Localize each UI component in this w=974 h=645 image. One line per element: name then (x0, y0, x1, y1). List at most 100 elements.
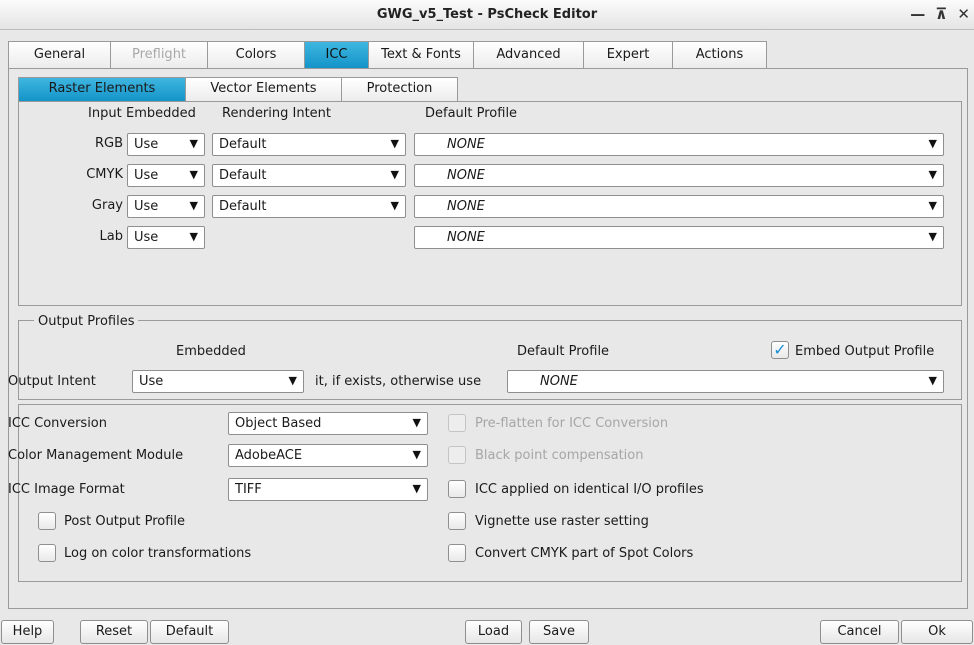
chevron-down-icon: ▼ (189, 199, 198, 212)
tab-actions[interactable]: Actions (673, 41, 767, 68)
cmyk-profile-value: NONE (447, 168, 485, 183)
rgb-profile-select[interactable]: NONE ▼ (414, 133, 944, 156)
tab-colors[interactable]: Colors (208, 41, 305, 68)
checkmark-icon: ✓ (773, 340, 787, 359)
icc-identical-checkbox[interactable] (448, 480, 466, 498)
lab-profile-select[interactable]: NONE ▼ (414, 226, 944, 249)
output-default-profile-label: Default Profile (517, 344, 610, 359)
post-output-profile-label: Post Output Profile (64, 514, 186, 529)
chevron-down-icon: ▼ (189, 168, 198, 181)
cmyk-intent-select[interactable]: Default ▼ (212, 164, 406, 187)
cmyk-embedded-select[interactable]: Use ▼ (127, 164, 205, 187)
header-default-profile: Default Profile (425, 106, 518, 121)
header-input: Input (88, 106, 122, 121)
tab-expert[interactable]: Expert (584, 41, 673, 68)
cmyk-intent-value: Default (219, 168, 267, 183)
help-button[interactable]: Help (1, 620, 54, 644)
cancel-button[interactable]: Cancel (820, 620, 899, 644)
log-on-color-label: Log on color transformations (64, 546, 252, 561)
reset-button[interactable]: Reset (80, 620, 148, 644)
row-label-cmyk: CMYK (86, 167, 123, 182)
tab-general[interactable]: General (8, 41, 111, 68)
rgb-intent-value: Default (219, 137, 267, 152)
sub-tab-bar: Raster Elements Vector Elements Protecti… (18, 77, 458, 101)
close-icon[interactable]: ✕ (957, 5, 970, 23)
icc-image-format-label: ICC Image Format (8, 482, 125, 497)
chevron-down-icon: ▼ (189, 137, 198, 150)
pre-flatten-checkbox (448, 414, 466, 432)
chevron-down-icon: ▼ (390, 199, 399, 212)
output-profile-value: NONE (540, 374, 578, 389)
chevron-down-icon: ▼ (412, 482, 421, 495)
black-point-label: Black point compensation (475, 448, 644, 463)
cmm-value: AdobeACE (235, 448, 303, 463)
tab-preflight: Preflight (111, 41, 208, 68)
icc-conversion-select[interactable]: Object Based ▼ (228, 412, 428, 435)
output-embedded-label: Embedded (176, 344, 246, 359)
main-tab-bar: General Preflight Colors ICC Text & Font… (8, 41, 767, 68)
cmyk-embedded-value: Use (134, 168, 159, 183)
save-button[interactable]: Save (529, 620, 589, 644)
tab-protection[interactable]: Protection (342, 77, 458, 101)
icc-conversion-value: Object Based (235, 416, 322, 431)
rgb-profile-value: NONE (447, 137, 485, 152)
output-intent-value: Use (139, 374, 164, 389)
output-intent-select[interactable]: Use ▼ (132, 370, 304, 393)
tab-raster-elements[interactable]: Raster Elements (18, 77, 186, 101)
tab-icc[interactable]: ICC (305, 41, 369, 68)
output-profile-select[interactable]: NONE ▼ (507, 370, 944, 393)
rgb-embedded-select[interactable]: Use ▼ (127, 133, 205, 156)
load-button[interactable]: Load (465, 620, 522, 644)
icc-image-format-value: TIFF (235, 482, 262, 497)
lab-profile-value: NONE (447, 230, 485, 245)
lab-embedded-select[interactable]: Use ▼ (127, 226, 205, 249)
tab-vector-elements[interactable]: Vector Elements (186, 77, 342, 101)
black-point-checkbox (448, 446, 466, 464)
default-button[interactable]: Default (150, 620, 229, 644)
chevron-down-icon: ▼ (928, 137, 937, 150)
header-rendering-intent: Rendering Intent (222, 106, 332, 121)
embed-output-profile-label: Embed Output Profile (795, 344, 935, 359)
chevron-down-icon: ▼ (189, 230, 198, 243)
cmm-select[interactable]: AdobeACE ▼ (228, 444, 428, 467)
vignette-label: Vignette use raster setting (475, 514, 649, 529)
gray-intent-select[interactable]: Default ▼ (212, 195, 406, 218)
lab-embedded-value: Use (134, 230, 159, 245)
chevron-down-icon: ▼ (288, 374, 297, 387)
chevron-down-icon: ▼ (928, 374, 937, 387)
tab-text-fonts[interactable]: Text & Fonts (369, 41, 474, 68)
icc-image-format-select[interactable]: TIFF ▼ (228, 478, 428, 501)
chevron-down-icon: ▼ (928, 230, 937, 243)
rgb-embedded-value: Use (134, 137, 159, 152)
vignette-checkbox[interactable] (448, 512, 466, 530)
convert-cmyk-checkbox[interactable] (448, 544, 466, 562)
rgb-intent-select[interactable]: Default ▼ (212, 133, 406, 156)
output-profiles-legend: Output Profiles (34, 314, 139, 329)
chevron-down-icon: ▼ (390, 168, 399, 181)
title-bar: GWG_v5_Test - PsCheck Editor — ⊼ ✕ (0, 0, 974, 30)
gray-embedded-select[interactable]: Use ▼ (127, 195, 205, 218)
gray-profile-select[interactable]: NONE ▼ (414, 195, 944, 218)
output-intent-label: Output Intent (8, 374, 96, 389)
collapse-icon[interactable]: ⊼ (935, 5, 947, 23)
chevron-down-icon: ▼ (928, 168, 937, 181)
icc-identical-label: ICC applied on identical I/O profiles (475, 482, 704, 497)
window-title: GWG_v5_Test - PsCheck Editor (376, 7, 598, 22)
convert-cmyk-label: Convert CMYK part of Spot Colors (475, 546, 694, 561)
minimize-icon[interactable]: — (910, 5, 925, 23)
chevron-down-icon: ▼ (928, 199, 937, 212)
icc-conversion-label: ICC Conversion (8, 416, 108, 431)
ok-button[interactable]: Ok (901, 620, 973, 644)
tab-advanced[interactable]: Advanced (474, 41, 584, 68)
embed-output-profile-checkbox[interactable]: ✓ (771, 341, 789, 359)
chevron-down-icon: ▼ (390, 137, 399, 150)
post-output-profile-checkbox[interactable] (38, 512, 56, 530)
cmyk-profile-select[interactable]: NONE ▼ (414, 164, 944, 187)
chevron-down-icon: ▼ (412, 416, 421, 429)
cmm-label: Color Management Module (8, 448, 184, 463)
row-label-gray: Gray (91, 198, 123, 213)
gray-profile-value: NONE (447, 199, 485, 214)
gray-embedded-value: Use (134, 199, 159, 214)
log-on-color-checkbox[interactable] (38, 544, 56, 562)
chevron-down-icon: ▼ (412, 448, 421, 461)
